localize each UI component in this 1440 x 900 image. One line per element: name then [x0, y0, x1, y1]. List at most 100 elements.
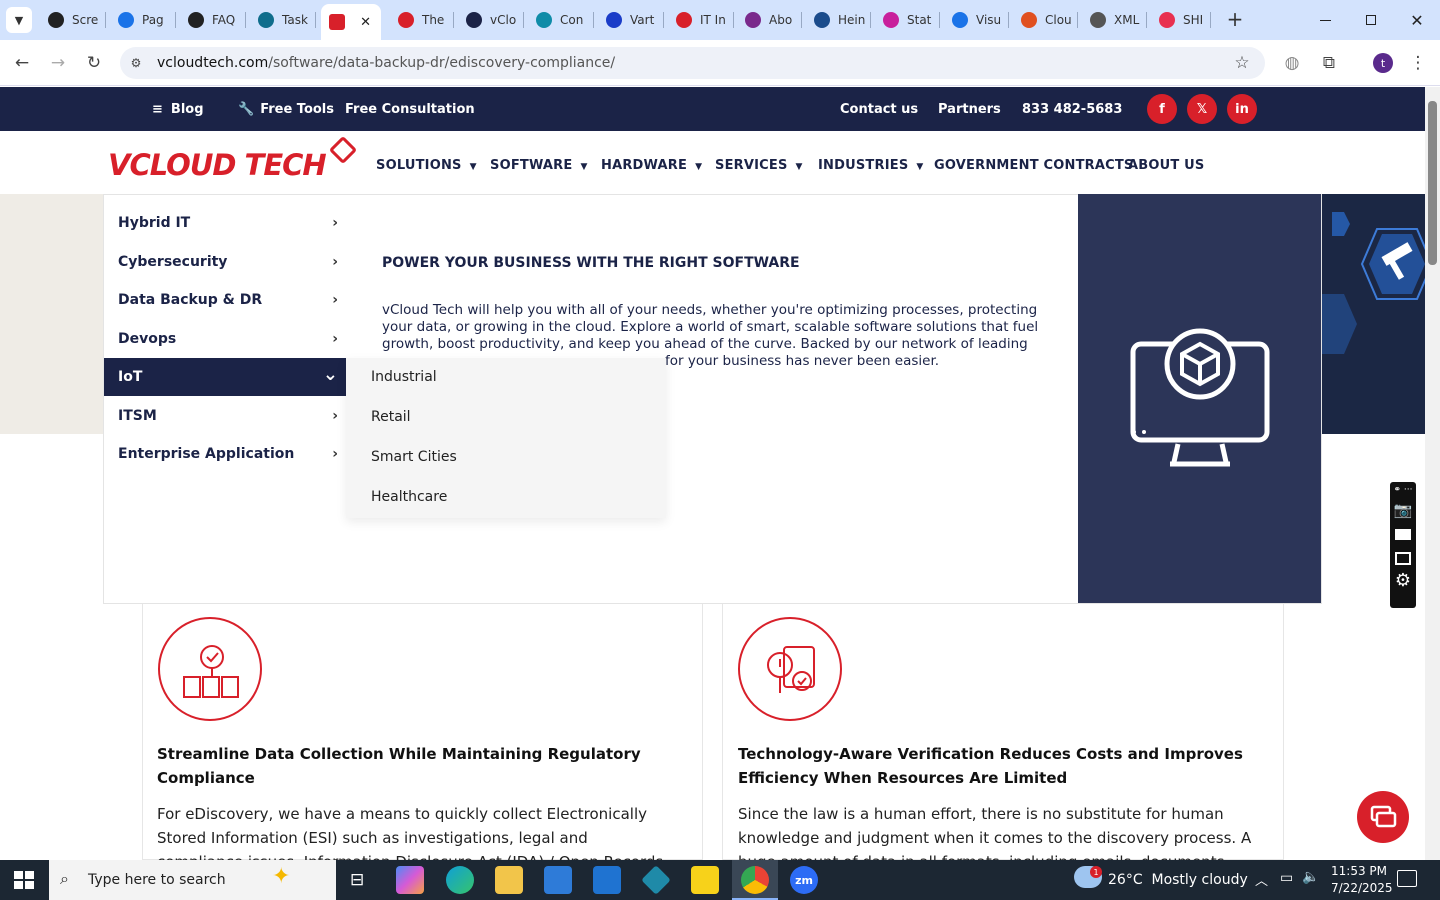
translate-icon[interactable]: ◍: [1280, 51, 1304, 75]
weather-text[interactable]: 26°C Mostly cloudy: [1108, 872, 1248, 888]
browser-tab[interactable]: ✕: [321, 4, 381, 40]
restore-window-button[interactable]: [1356, 8, 1386, 32]
tab-separator: [1077, 12, 1078, 28]
tab-label: Clou: [1045, 13, 1072, 27]
blog-link[interactable]: ≡ Blog: [152, 87, 204, 131]
iot-submenu-item[interactable]: Healthcare: [371, 489, 447, 505]
card-title: Streamline Data Collection While Maintai…: [157, 742, 641, 790]
main-nav-item[interactable]: SERVICES ▼: [715, 158, 803, 173]
iot-submenu-item[interactable]: Industrial: [371, 369, 437, 385]
file-explorer-icon[interactable]: [495, 866, 523, 894]
browser-tab[interactable]: Clou: [1013, 6, 1078, 34]
tab-separator: [1210, 12, 1211, 28]
free-tools-link[interactable]: 🔧 Free Tools: [238, 87, 334, 131]
profile-avatar[interactable]: t: [1373, 53, 1393, 73]
card-text-line: knowledge and judgment when it comes to …: [738, 829, 1252, 847]
main-nav-item[interactable]: SOFTWARE ▼: [490, 158, 588, 173]
search-icon: ⌕: [60, 869, 69, 888]
link-icon[interactable]: ⚭ ···: [1390, 485, 1416, 495]
sticky-notes-icon[interactable]: [691, 866, 719, 894]
edge-icon[interactable]: [446, 866, 474, 894]
phone-link[interactable]: 833 482-5683: [1022, 87, 1122, 131]
iot-submenu-item[interactable]: Retail: [371, 409, 411, 425]
main-nav-item[interactable]: HARDWARE ▼: [601, 158, 702, 173]
mega-sidebar-item[interactable]: ITSM ›: [104, 397, 346, 435]
copilot-icon[interactable]: [396, 866, 424, 894]
tab-label: FAQ: [212, 13, 236, 27]
minimize-window-button[interactable]: [1310, 8, 1340, 32]
mail-icon[interactable]: [593, 866, 621, 894]
url-text[interactable]: vcloudtech.com/software/data-backup-dr/e…: [157, 55, 615, 71]
tab-favicon-icon: [329, 14, 345, 30]
chrome-icon[interactable]: [741, 866, 769, 894]
network-icon[interactable]: ▭: [1280, 870, 1293, 886]
mega-sidebar-item[interactable]: Hybrid IT ›: [104, 204, 346, 242]
site-info-icon[interactable]: ⚙: [124, 51, 148, 75]
forward-icon[interactable]: →: [46, 51, 70, 75]
hero-left-background: [0, 194, 103, 434]
site-logo[interactable]: VCLOUD TECH: [108, 148, 327, 182]
linkedin-icon[interactable]: in: [1227, 94, 1257, 124]
x-twitter-icon[interactable]: 𝕏: [1187, 94, 1217, 124]
chat-button[interactable]: [1357, 791, 1409, 843]
extensions-icon[interactable]: ⧉: [1317, 51, 1341, 75]
browser-tab[interactable]: Hein: [806, 6, 871, 34]
caret-down-icon: ▼: [795, 162, 803, 172]
zoom-icon[interactable]: zm: [790, 866, 818, 894]
back-icon[interactable]: ←: [10, 51, 34, 75]
video-icon[interactable]: [1395, 529, 1411, 540]
browser-tab[interactable]: Vart: [598, 6, 664, 34]
close-window-button[interactable]: ✕: [1402, 8, 1432, 32]
browser-tab[interactable]: Abo: [737, 6, 802, 34]
volume-icon[interactable]: 🔈: [1302, 869, 1319, 885]
browser-tab[interactable]: Scre: [40, 6, 106, 34]
task-view-icon[interactable]: ⊟: [350, 870, 364, 890]
mega-sidebar-item[interactable]: Enterprise Application ›: [104, 435, 346, 473]
page-scrollbar[interactable]: [1425, 87, 1440, 860]
iot-submenu-item[interactable]: Smart Cities: [371, 449, 457, 465]
mega-sidebar-item[interactable]: Cybersecurity ›: [104, 243, 346, 281]
settings-gear-icon[interactable]: ⚙: [1390, 570, 1416, 591]
tab-separator: [870, 12, 871, 28]
tab-search-button[interactable]: ▼: [6, 7, 32, 33]
mega-sidebar-item[interactable]: Data Backup & DR ›: [104, 281, 346, 319]
browser-tab[interactable]: Stat: [875, 6, 940, 34]
mega-sidebar-item[interactable]: Devops ›: [104, 320, 346, 358]
facebook-icon[interactable]: f: [1147, 94, 1177, 124]
store-icon[interactable]: [544, 866, 572, 894]
tab-close-icon[interactable]: ✕: [360, 15, 371, 30]
browser-tab[interactable]: FAQ: [180, 6, 246, 34]
browser-tab[interactable]: Visu: [944, 6, 1009, 34]
free-consultation-link[interactable]: Free Consultation: [345, 87, 475, 131]
main-nav-item[interactable]: SOLUTIONS ▼: [376, 158, 477, 173]
browser-tab[interactable]: IT In: [668, 6, 734, 34]
windows-start-icon[interactable]: [14, 871, 34, 889]
new-tab-button[interactable]: +: [1224, 7, 1246, 31]
main-nav-item[interactable]: GOVERNMENT CONTRACTS: [934, 158, 1133, 173]
camera-icon[interactable]: 📷: [1390, 501, 1416, 519]
reload-icon[interactable]: ↻: [82, 51, 106, 75]
browser-tab[interactable]: Con: [528, 6, 594, 34]
chevron-right-icon: ›: [332, 408, 338, 424]
clock-date[interactable]: 7/22/2025: [1331, 881, 1393, 895]
browser-tab[interactable]: Pag: [110, 6, 176, 34]
browser-tab[interactable]: Task: [250, 6, 316, 34]
browser-tab[interactable]: vClo: [458, 6, 524, 34]
partners-link[interactable]: Partners: [938, 87, 1001, 131]
main-nav-label: HARDWARE: [601, 158, 688, 173]
menu-kebab-icon[interactable]: ⋮: [1406, 51, 1430, 75]
windows-icon[interactable]: [1395, 552, 1411, 565]
browser-tab[interactable]: The: [390, 6, 454, 34]
notifications-icon[interactable]: [1397, 870, 1417, 887]
mega-sidebar-label: ITSM: [118, 408, 157, 424]
contact-link[interactable]: Contact us: [840, 87, 918, 131]
mega-sidebar-item[interactable]: IoT ⌄: [104, 358, 346, 396]
browser-tab[interactable]: SHI: [1151, 6, 1211, 34]
bookmark-star-icon[interactable]: ☆: [1230, 51, 1254, 75]
browser-tab[interactable]: XML: [1082, 6, 1147, 34]
clock-time[interactable]: 11:53 PM: [1331, 864, 1387, 878]
main-nav-item[interactable]: ABOUT US: [1128, 158, 1205, 173]
scrollbar-thumb[interactable]: [1428, 101, 1437, 265]
main-nav-item[interactable]: INDUSTRIES ▼: [818, 158, 924, 173]
tray-chevron-icon[interactable]: ︿: [1255, 870, 1268, 889]
